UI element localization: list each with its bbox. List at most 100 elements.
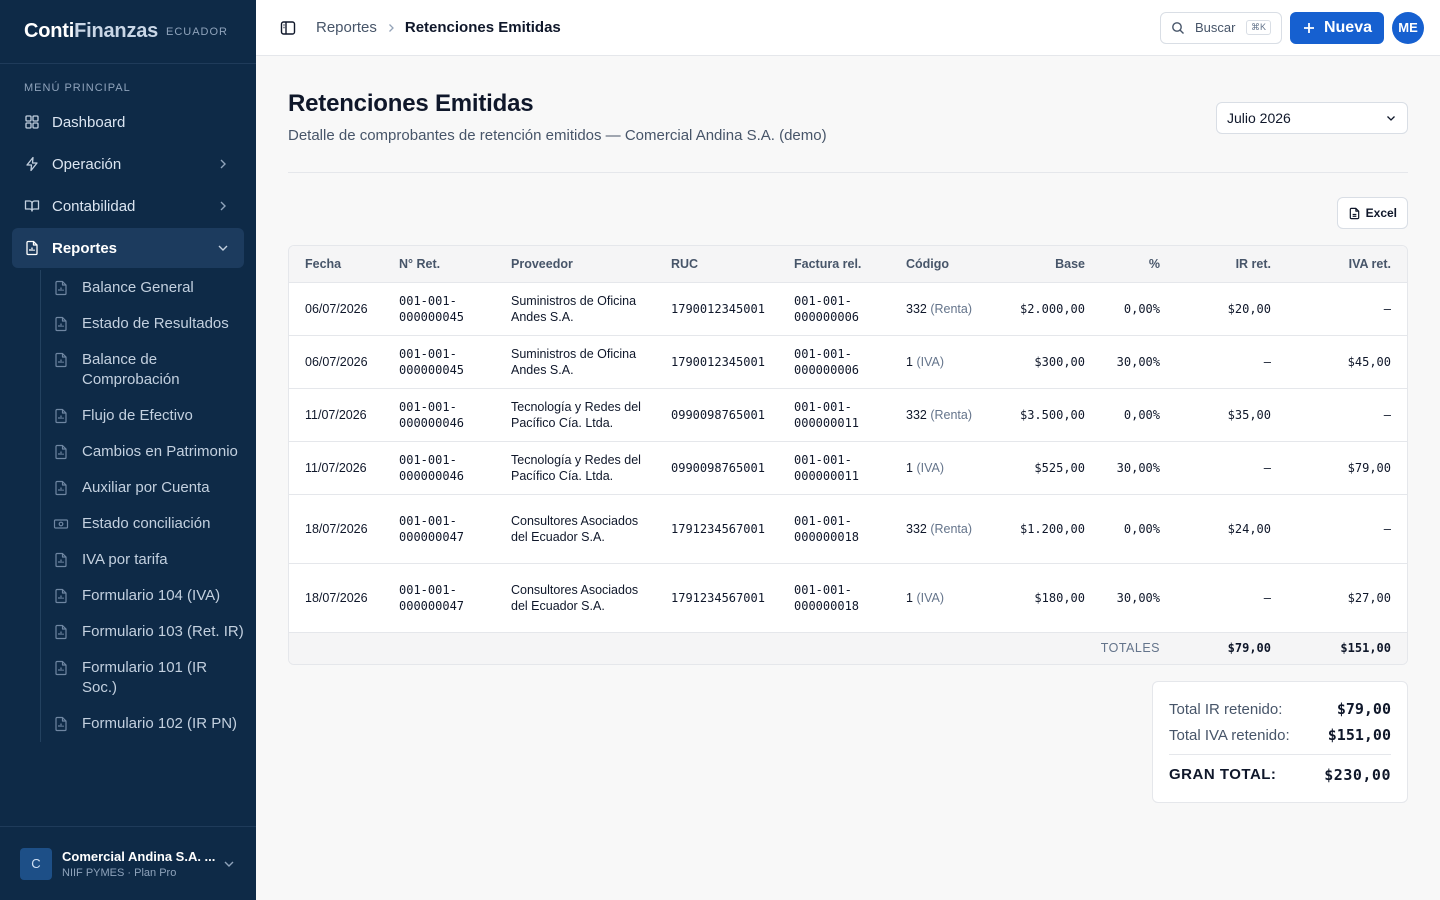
codigo-type: (Renta) <box>930 301 973 316</box>
cell-ret: 001-001-000000047 <box>391 562 503 632</box>
cell-ir: $35,00 <box>1168 387 1279 441</box>
cell-base: $2.000,00 <box>998 281 1093 335</box>
subnav-label: Cambios en Patrimonio <box>82 443 238 460</box>
cell-pct: 0,00% <box>1093 281 1168 335</box>
cell-factura: 001-001-000000006 <box>786 281 898 335</box>
breadcrumb-parent[interactable]: Reportes <box>316 19 377 36</box>
subnav-item[interactable]: Formulario 102 (IR PN) <box>53 706 244 742</box>
new-button[interactable]: Nueva <box>1289 11 1384 44</box>
summary-ir-row: Total IR retenido: $79,00 <box>1169 696 1391 722</box>
codigo-num: 1 <box>906 354 913 369</box>
cell-base: $300,00 <box>998 334 1093 388</box>
brand-logo[interactable]: ContiFinanzas <box>24 20 158 43</box>
plus-icon <box>1303 22 1314 33</box>
subnav-item[interactable]: Estado de Resultados <box>53 306 244 342</box>
cell-ruc: 1790012345001 <box>663 281 786 335</box>
cell-pct: 0,00% <box>1093 493 1168 563</box>
totals-label: TOTALES <box>289 631 1168 664</box>
sidebar-item-label: Dashboard <box>52 113 126 131</box>
subnav-item[interactable]: Balance de Comprobación <box>53 342 244 398</box>
codigo-type: (Renta) <box>930 521 973 536</box>
subnav-item[interactable]: Auxiliar por Cuenta <box>53 470 244 506</box>
totals-ir: $79,00 <box>1168 631 1279 664</box>
subnav-item[interactable]: Formulario 103 (Ret. IR) <box>53 614 244 650</box>
sidebar-item-contabilidad[interactable]: Contabilidad <box>12 186 244 226</box>
codigo-num: 332 <box>906 301 927 316</box>
subnav-item[interactable]: Formulario 104 (IVA) <box>53 578 244 614</box>
cell-ret: 001-001-000000047 <box>391 493 503 563</box>
codigo-type: (IVA) <box>916 354 944 369</box>
cell-proveedor: Consultores Asociados del Ecuador S.A. <box>503 562 663 632</box>
cell-codigo: 1 (IVA) <box>898 440 998 494</box>
top-bar: Reportes Retenciones Emitidas Buscar ⌘K … <box>256 0 1440 56</box>
subnav-item[interactable]: Flujo de Efectivo <box>53 398 244 434</box>
banknote-icon <box>53 519 69 529</box>
dashboard-icon <box>24 114 40 130</box>
company-switcher[interactable]: C Comercial Andina S.A. ... NIIF PYMES ·… <box>0 826 256 900</box>
totals-row: TOTALES $79,00 $151,00 <box>289 631 1407 664</box>
table-row: 06/07/2026 001-001-000000045 Suministros… <box>289 334 1407 388</box>
subnav-item[interactable]: Formulario 101 (IR Soc.) <box>53 650 244 706</box>
subnav-label: Auxiliar por Cuenta <box>82 479 210 496</box>
cell-iva: $79,00 <box>1279 440 1407 494</box>
search-button[interactable]: Buscar ⌘K <box>1159 11 1282 44</box>
subnav-item[interactable]: Balance General <box>53 270 244 306</box>
col-iva: IVA ret. <box>1279 246 1407 282</box>
sidebar-item-label: Reportes <box>52 239 118 257</box>
codigo-type: (Renta) <box>930 407 973 422</box>
summary-iva-row: Total IVA retenido: $151,00 <box>1169 722 1391 748</box>
user-avatar[interactable]: ME <box>1392 11 1424 44</box>
breadcrumb-current: Retenciones Emitidas <box>404 19 561 36</box>
search-label: Buscar <box>1194 20 1236 35</box>
col-nro-ret: N° Ret. <box>391 246 503 282</box>
period-select[interactable]: Julio 2026 <box>1216 102 1408 134</box>
subnav-label: Estado de Resultados <box>82 315 229 332</box>
sidebar-item-operacion[interactable]: Operación <box>12 144 244 184</box>
sidebar-item-dashboard[interactable]: Dashboard <box>12 102 244 142</box>
cell-iva: $27,00 <box>1279 562 1407 632</box>
table-row: 11/07/2026 001-001-000000046 Tecnología … <box>289 387 1407 441</box>
export-excel-label: Excel <box>1365 206 1397 220</box>
subnav-label: Balance de Comprobación <box>82 351 180 388</box>
summary-grand-value: $230,00 <box>1324 765 1391 784</box>
company-plan: NIIF PYMES · Plan Pro <box>62 866 177 879</box>
export-excel-button[interactable]: Excel <box>1336 197 1408 229</box>
brand-name-a: Conti <box>24 20 75 42</box>
divider <box>288 172 1408 173</box>
brand-name-b: Finanzas <box>74 20 159 42</box>
col-base: Base <box>998 246 1093 282</box>
cell-pct: 0,00% <box>1093 387 1168 441</box>
cell-iva: — <box>1279 387 1407 441</box>
subnav-item[interactable]: Cambios en Patrimonio <box>53 434 244 470</box>
subnav-item[interactable]: Estado conciliación <box>53 506 244 542</box>
sidebar: ContiFinanzas ECUADOR MENÚ PRINCIPAL Das… <box>0 0 256 900</box>
sidebar-item-reportes[interactable]: Reportes <box>12 228 244 268</box>
chevron-down-icon <box>1387 116 1395 121</box>
subnav-item[interactable]: IVA por tarifa <box>53 542 244 578</box>
new-button-label: Nueva <box>1323 18 1372 36</box>
col-factura: Factura rel. <box>786 246 898 282</box>
table-row: 06/07/2026 001-001-000000045 Suministros… <box>289 281 1407 335</box>
cell-ir: $24,00 <box>1168 493 1279 563</box>
cell-ruc: 1791234567001 <box>663 493 786 563</box>
cell-ret: 001-001-000000045 <box>391 281 503 335</box>
table-row: 18/07/2026 001-001-000000047 Consultores… <box>289 493 1407 563</box>
col-fecha: Fecha <box>289 246 391 282</box>
sidebar-toggle-icon[interactable] <box>280 20 296 36</box>
col-ir: IR ret. <box>1168 246 1279 282</box>
cell-proveedor: Consultores Asociados del Ecuador S.A. <box>503 493 663 563</box>
cell-iva: $45,00 <box>1279 334 1407 388</box>
summary-ir-label: Total IR retenido: <box>1169 700 1283 718</box>
chevron-down-icon <box>224 861 234 867</box>
file-chart-icon <box>55 716 67 732</box>
brand-country: ECUADOR <box>165 25 228 38</box>
cell-ret: 001-001-000000046 <box>391 440 503 494</box>
search-icon <box>1172 21 1184 34</box>
summary-card: Total IR retenido: $79,00 Total IVA rete… <box>1152 681 1408 803</box>
cell-pct: 30,00% <box>1093 562 1168 632</box>
col-pct: % <box>1093 246 1168 282</box>
file-chart-icon <box>55 280 67 296</box>
retenciones-table: Fecha N° Ret. Proveedor RUC Factura rel.… <box>288 245 1408 665</box>
breadcrumb: Reportes Retenciones Emitidas <box>316 19 561 36</box>
cell-proveedor: Suministros de Oficina Andes S.A. <box>503 334 663 388</box>
